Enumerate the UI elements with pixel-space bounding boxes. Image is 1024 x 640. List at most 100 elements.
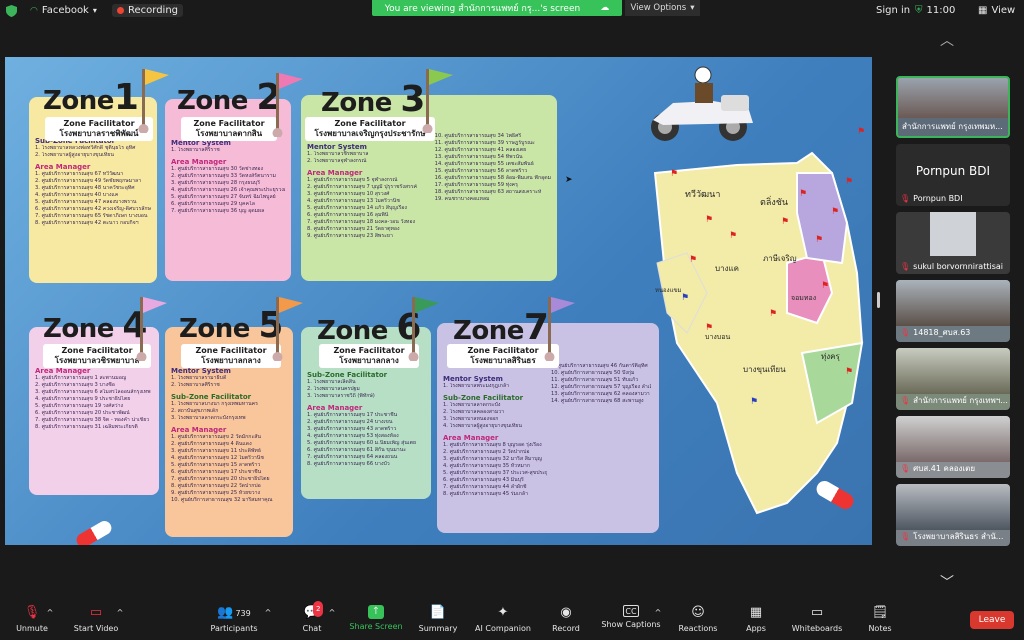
leave-button[interactable]: Leave (970, 611, 1014, 629)
zone-3-facilitator: Zone Facilitator โรงพยาบาลเจริญกรุงประชาร… (305, 117, 435, 141)
facebook-live-button[interactable]: ◠ Facebook ▾ (30, 5, 97, 16)
zone-5-section-head: Mentor System (171, 367, 231, 375)
clock: ⛨ 11:00 (915, 5, 955, 16)
zone-5-line: 2. ศูนย์บริการสาธารณสุข 4 ดินแดง (171, 441, 252, 447)
view-button[interactable]: ▦ View (978, 5, 1015, 16)
chat-label: Chat (302, 624, 322, 633)
mic-muted-icon: 🎙 (900, 396, 911, 405)
video-options-chevron[interactable]: ^ (114, 608, 126, 617)
map-flag-icon: ⚑ (857, 127, 866, 137)
record-button[interactable]: ◉ Record (534, 605, 598, 633)
participant-tile[interactable]: 🎙 สำนักการแพทย์ กรุงเทพฯ... (896, 348, 1010, 410)
zone-6-line: 1. โรงพยาบาลเลิดสิน (307, 379, 356, 385)
participant-tile[interactable]: 🎙 ศบส.41 คลองเตย (896, 416, 1010, 478)
zone-3-line: 7. ศูนย์บริการสาธารณสุข 18 มงคล-วอน วังท… (307, 219, 415, 225)
zone-3-line: 9. ศูนย์บริการสาธารณสุข 23 สี่พระยา (307, 233, 393, 239)
zone-5-line: 2. สถาบันสุขภาพเด็ก (171, 408, 219, 414)
map-flag-icon: ⚑ (831, 207, 840, 217)
zone-5-line: 1. ศูนย์บริการสาธารณสุข 2 วัดมักกะสัน (171, 434, 261, 440)
zone-1-line: 5. ศูนย์บริการสาธารณสุข 47 คลองบางพราน (35, 199, 137, 205)
map-label-nong-khaem: หนองแขม (655, 287, 682, 294)
zone-5-line: 3. ศูนย์บริการสาธารณสุข 11 ประดิพัทธ์ (171, 448, 262, 454)
notes-button[interactable]: 🗒 Notes (848, 605, 912, 633)
shield-icon[interactable] (6, 5, 17, 17)
participant-tile[interactable]: 🎙 14818_ศบส.63 (896, 280, 1010, 342)
scroll-down-icon[interactable]: ﹀ (940, 572, 954, 592)
zone-3-line: 16. ศูนย์บริการสาธารณสุข 58 ล้อม-พิมเสน … (434, 175, 551, 181)
zone-7-section-head: Area Manager (443, 434, 499, 442)
zone-1-line: 8. ศูนย์บริการสาธารณสุข 42 ตะนาว กอบกิจฯ (35, 220, 139, 226)
time-label: 11:00 (926, 5, 956, 16)
captions-icon: CC (623, 605, 639, 617)
participant-tile[interactable]: 🎙 sukul borvornnirattisai (896, 212, 1010, 274)
sparkle-icon: ✦ (497, 605, 509, 620)
chevron-up-icon: ^ (328, 608, 336, 617)
shield-icon: ⛨ (915, 5, 923, 16)
participant-tile[interactable]: สำนักการแพทย์ กรุงเทพมห... (896, 76, 1010, 138)
mic-muted-icon: 🎙 (23, 605, 41, 620)
scroll-up-icon[interactable]: ︿ (940, 30, 954, 50)
participant-tile[interactable]: Pornpun BDI 🎙 Pornpun BDI (896, 144, 1010, 206)
zone-4-line: 6. ศูนย์บริการสาธารณสุข 20 ประชาพัฒน์ (35, 410, 130, 416)
leave-label: Leave (978, 615, 1006, 625)
zone-1-line: 1. โรงพยาบาลหลวงพ่อทวีศักดิ์ ชุตินฺธโร อ… (35, 145, 136, 151)
zone-4-line: 1. ศูนย์บริการสาธารณสุข 1 สะพานมอญ (35, 375, 127, 381)
reactions-button[interactable]: ☺ Reactions (666, 605, 730, 633)
participant-name: 🎙 Pornpun BDI (900, 194, 963, 203)
whiteboards-button[interactable]: ▭ Whiteboards (784, 605, 850, 633)
recording-indicator[interactable]: Recording (112, 4, 184, 17)
map-flag-icon: ⚑ (750, 397, 759, 407)
zone-7-line: 1. โรงพยาบาลลาดกระบัง (443, 402, 501, 408)
map-label-bang-bon: บางบอน (705, 333, 731, 341)
ai-companion-button[interactable]: ✦ AI Companion (470, 605, 536, 633)
zone-3-line: 11. ศูนย์บริการสาธารณสุข 39 ราษฎร์บูรณะ (434, 140, 535, 146)
share-screen-button[interactable]: ↑ Share Screen (344, 605, 408, 631)
participant-video (896, 348, 1010, 394)
zone-5-section-head: Area Manager (171, 426, 227, 434)
notes-label: Notes (868, 624, 892, 633)
chat-options-chevron[interactable]: ^ (326, 608, 338, 617)
map-label-phasi-charoen: ภาษีเจริญ (763, 254, 797, 263)
participants-button[interactable]: 👥 739 Participants (202, 605, 266, 633)
flag-icon (543, 291, 579, 365)
audio-options-chevron[interactable]: ^ (44, 608, 56, 617)
zone-7-line: 1. ศูนย์บริการสาธารณสุข 8 บุญรอด รุ่งเรื… (443, 442, 542, 448)
zone-4-line: 5. ศูนย์บริการสาธารณสุข 19 วงศ์สว่าง (35, 403, 124, 409)
chevron-down-icon: ▾ (92, 6, 97, 15)
video-off-icon: ▭ (89, 605, 103, 620)
view-options-button[interactable]: View Options ▾ (625, 0, 700, 16)
sign-in-button[interactable]: Sign in (876, 5, 910, 16)
zone-6-line: 2. ศูนย์บริการสาธารณสุข 24 บางเขน (307, 419, 393, 425)
show-captions-label: Show Captions (601, 620, 661, 629)
map-label-thung-khru: ทุ่งครุ (821, 352, 840, 361)
zone-6-facilitator: Zone Facilitator โรงพยาบาลกลาง (319, 344, 419, 368)
apps-button[interactable]: ▦ Apps (724, 605, 788, 633)
flag-icon (421, 63, 457, 137)
captions-options-chevron[interactable]: ^ (652, 608, 664, 617)
reactions-label: Reactions (678, 624, 718, 633)
summary-button[interactable]: 📄 Summary (406, 605, 470, 633)
zone-5-section-head: Sub-Zone Facilitator (171, 393, 252, 401)
zone-7-line: 12. ศูนย์บริการสาธารณสุข 57 บุญเรือง ล้ำ… (551, 384, 651, 390)
zone-6-line: 5. ศูนย์บริการสาธารณสุข 60 ม.นิยมเพ็ญ สุ… (307, 440, 416, 446)
shared-screen: Sub-Zone Facilitator 1. โรงพยาบาลหลวงพ่อ… (5, 57, 872, 545)
map-flag-icon: ⚑ (705, 323, 714, 333)
chevron-up-icon: ^ (46, 608, 54, 617)
apps-grid-icon: ▦ (749, 605, 763, 620)
grid-icon: ▦ (978, 5, 988, 16)
recording-label: Recording (128, 5, 179, 16)
unmute-label: Unmute (16, 624, 48, 633)
participants-options-chevron[interactable]: ^ (262, 608, 274, 617)
zone-5-line: 1. โรงพยาบาลรามาธิบดี (171, 375, 227, 381)
participant-tile[interactable]: 🎙 โรงพยาบาลสิรินธร สำนั... (896, 484, 1010, 546)
zone-1-line: 2. ศูนย์บริการสาธารณสุข 49 วัดชัยพฤกษมาล… (35, 178, 142, 184)
zone-6-line: 8. ศูนย์บริการสาธารณสุข 66 บางบัว (307, 461, 390, 467)
participant-video (896, 280, 1010, 326)
record-label: Record (552, 624, 580, 633)
zone-4-line: 7. ศูนย์บริการสาธารณสุข 38 จิต - ทองคำ น… (35, 417, 150, 423)
start-video-label: Start Video (73, 624, 119, 633)
zone-5-title: Zone 5 (179, 305, 283, 346)
zone-7-line: 14. ศูนย์บริการสาธารณสุข 68 สะพานสูง (551, 398, 644, 404)
panel-divider-handle[interactable] (877, 292, 880, 308)
zone-2-line: 3. ศูนย์บริการสาธารณสุข 28 กรุงธนบุรี (171, 180, 261, 186)
